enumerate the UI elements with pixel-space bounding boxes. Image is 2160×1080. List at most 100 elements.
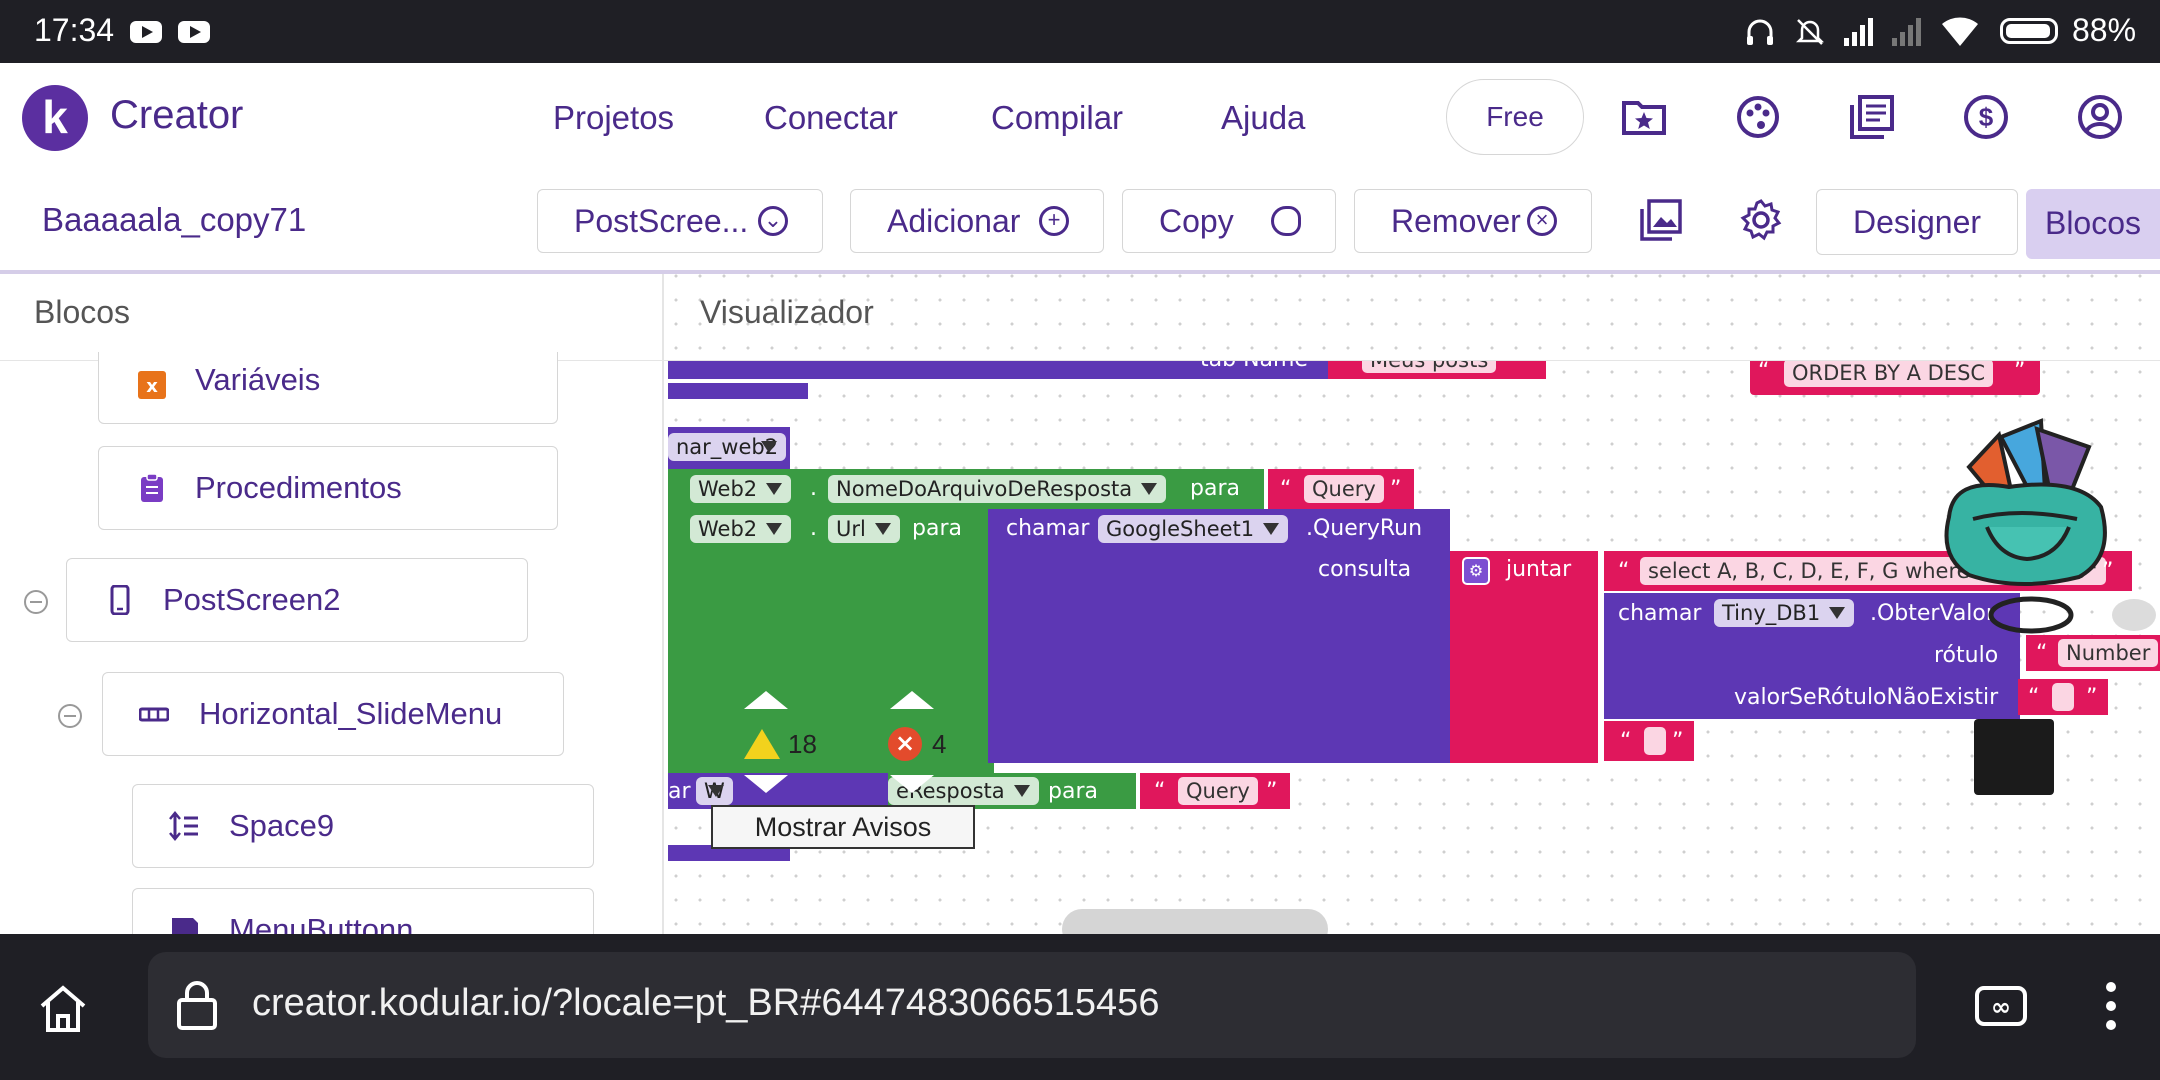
scroll-handle[interactable] xyxy=(2112,599,2156,631)
error-icon: × xyxy=(888,727,922,761)
component-dropdown[interactable]: GoogleSheet1 xyxy=(1098,515,1289,543)
block-procedure-header[interactable]: nar_web2 xyxy=(668,427,790,469)
block-text[interactable]: Meus posts xyxy=(1328,361,1546,379)
svg-text:∞: ∞ xyxy=(1991,993,2011,1021)
gallery-icon[interactable] xyxy=(1638,197,1684,243)
horizontal-scrollbar[interactable] xyxy=(1062,909,1328,934)
gear-icon[interactable] xyxy=(1738,197,1784,243)
block-text[interactable]: “ ORDER BY A DESC ” xyxy=(1750,361,2040,395)
block-text-empty[interactable]: “ ” xyxy=(2018,679,2108,715)
signal-icon xyxy=(1844,18,1873,46)
screen-select[interactable]: PostScree... ⌄ xyxy=(537,189,823,253)
trash-can-icon[interactable] xyxy=(1974,719,2054,795)
warnings-prev-icon[interactable] xyxy=(742,690,790,710)
tabs-switcher-icon[interactable]: ∞ xyxy=(1974,982,2028,1030)
tree-item-procedimentos[interactable]: Procedimentos xyxy=(98,446,558,530)
home-icon[interactable] xyxy=(38,984,88,1034)
quote-close: ” xyxy=(1266,779,1278,804)
blocks-panel: Blocos x Variáveis Procedimentos PostScr… xyxy=(0,274,664,934)
block-set-property[interactable]: Web2 . NomeDoArquivoDeResposta para xyxy=(668,469,1264,509)
component-dropdown[interactable]: Tiny_DB1 xyxy=(1714,599,1855,627)
block-procedure-end[interactable] xyxy=(668,383,808,399)
block-label: tab Name xyxy=(1200,361,1308,372)
blocks-canvas[interactable]: tab Name Meus posts “ ORDER BY A DESC ” … xyxy=(664,361,2160,934)
block-join[interactable]: ⚙ juntar xyxy=(1450,551,1598,763)
copy-icon xyxy=(1271,206,1301,236)
tree-item-label: Space9 xyxy=(229,808,335,843)
gear-icon[interactable]: ⚙ xyxy=(1462,557,1490,585)
blocks-panel-title: Blocos xyxy=(34,294,131,330)
component-dropdown[interactable]: W xyxy=(696,777,733,805)
nav-compilar[interactable]: Compilar xyxy=(991,99,1123,137)
property-dropdown[interactable]: NomeDoArquivoDeResposta xyxy=(828,475,1167,503)
para-label: para xyxy=(1048,779,1098,804)
block-call-queryrun[interactable]: chamar GoogleSheet1 .QueryRun consulta xyxy=(988,509,1450,763)
tree-item-menubuttonn[interactable]: MenuButtonn xyxy=(132,888,594,934)
svg-text:x: x xyxy=(146,376,158,397)
quote-open: “ xyxy=(1758,361,1770,384)
lock-icon[interactable] xyxy=(176,980,218,1030)
property-dropdown[interactable]: Url xyxy=(828,515,900,543)
brand-name[interactable]: Creator xyxy=(110,93,243,138)
battery-percent: 88% xyxy=(2072,12,2137,48)
copy-button-label: Copy xyxy=(1159,203,1234,239)
library-icon[interactable] xyxy=(1848,93,1896,141)
warning-icon xyxy=(744,729,780,759)
nav-projetos[interactable]: Projetos xyxy=(553,99,674,137)
nav-ajuda[interactable]: Ajuda xyxy=(1221,99,1305,137)
errors-prev-icon[interactable] xyxy=(888,690,936,710)
account-icon[interactable] xyxy=(2076,93,2124,141)
workspace-title: Visualizador xyxy=(700,294,874,330)
tree-item-label: Horizontal_SlideMenu xyxy=(199,696,503,731)
address-bar[interactable]: creator.kodular.io/?locale=pt_BR#6447483… xyxy=(148,952,1916,1058)
tab-blocos[interactable]: Blocos xyxy=(2026,189,2160,259)
screen-select-label: PostScree... xyxy=(574,203,749,239)
text-value: ORDER BY A DESC xyxy=(1784,361,1994,387)
warnings-next-icon[interactable] xyxy=(744,775,788,793)
block-text[interactable]: “ Query ” xyxy=(1268,469,1414,509)
add-button[interactable]: Adicionar + xyxy=(850,189,1104,253)
quote-open: “ xyxy=(2028,685,2040,710)
tab-designer[interactable]: Designer xyxy=(1816,189,2018,255)
component-dropdown[interactable]: Web2 xyxy=(690,475,792,503)
backpack-icon[interactable] xyxy=(1929,407,2129,657)
quote-close: ” xyxy=(1672,729,1684,754)
palette-icon[interactable] xyxy=(1734,93,1782,141)
block-procedure-top[interactable]: tab Name xyxy=(668,361,1340,379)
block-text-empty[interactable]: “ ” xyxy=(1604,721,1694,761)
quote-close: ” xyxy=(2014,361,2026,384)
para-label: para xyxy=(912,516,962,541)
more-menu-icon[interactable] xyxy=(2104,980,2118,1032)
chevron-down-icon: ⌄ xyxy=(758,206,788,236)
plan-badge[interactable]: Free xyxy=(1446,79,1584,155)
app-header: k Creator Projetos Conectar Compilar Aju… xyxy=(0,63,2160,176)
collapse-icon[interactable] xyxy=(24,590,48,614)
show-warnings-button[interactable]: Mostrar Avisos xyxy=(711,805,975,849)
tree-item-variaveis[interactable]: x Variáveis xyxy=(98,352,558,424)
tree-item-postscreen2[interactable]: PostScreen2 xyxy=(66,558,528,642)
remove-button-label: Remover xyxy=(1391,203,1521,239)
kodular-logo[interactable]: k xyxy=(22,85,88,151)
collapse-icon[interactable] xyxy=(58,704,82,728)
headphones-icon xyxy=(1747,19,1773,45)
blocks-workspace[interactable]: Visualizador tab Name Meus posts “ ORDER… xyxy=(664,274,2160,934)
quote-open: “ xyxy=(1618,559,1630,584)
text-value: Meus posts xyxy=(1362,361,1497,373)
tree-item-label: MenuButtonn xyxy=(229,912,414,934)
component-dropdown[interactable]: Web2 xyxy=(690,515,792,543)
block-text[interactable]: “ Query ” xyxy=(1140,773,1290,809)
error-count: 4 xyxy=(932,729,947,759)
tree-item-space9[interactable]: Space9 xyxy=(132,784,594,868)
folder-star-icon[interactable] xyxy=(1620,93,1668,141)
nav-conectar[interactable]: Conectar xyxy=(764,99,898,137)
dollar-icon[interactable]: $ xyxy=(1962,93,2010,141)
clipboard-icon xyxy=(141,473,163,502)
copy-button[interactable]: Copy xyxy=(1122,189,1336,253)
project-name: Baaaaala_copy71 xyxy=(42,201,307,238)
url-text[interactable]: creator.kodular.io/?locale=pt_BR#6447483… xyxy=(252,982,1159,1025)
remove-button[interactable]: Remover × xyxy=(1354,189,1592,253)
errors-next-icon[interactable] xyxy=(890,775,934,793)
text-value-empty xyxy=(1644,727,1666,755)
tree-item-horizontal-slidemenu[interactable]: Horizontal_SlideMenu xyxy=(102,672,564,756)
tree-item-label: Variáveis xyxy=(195,362,321,397)
